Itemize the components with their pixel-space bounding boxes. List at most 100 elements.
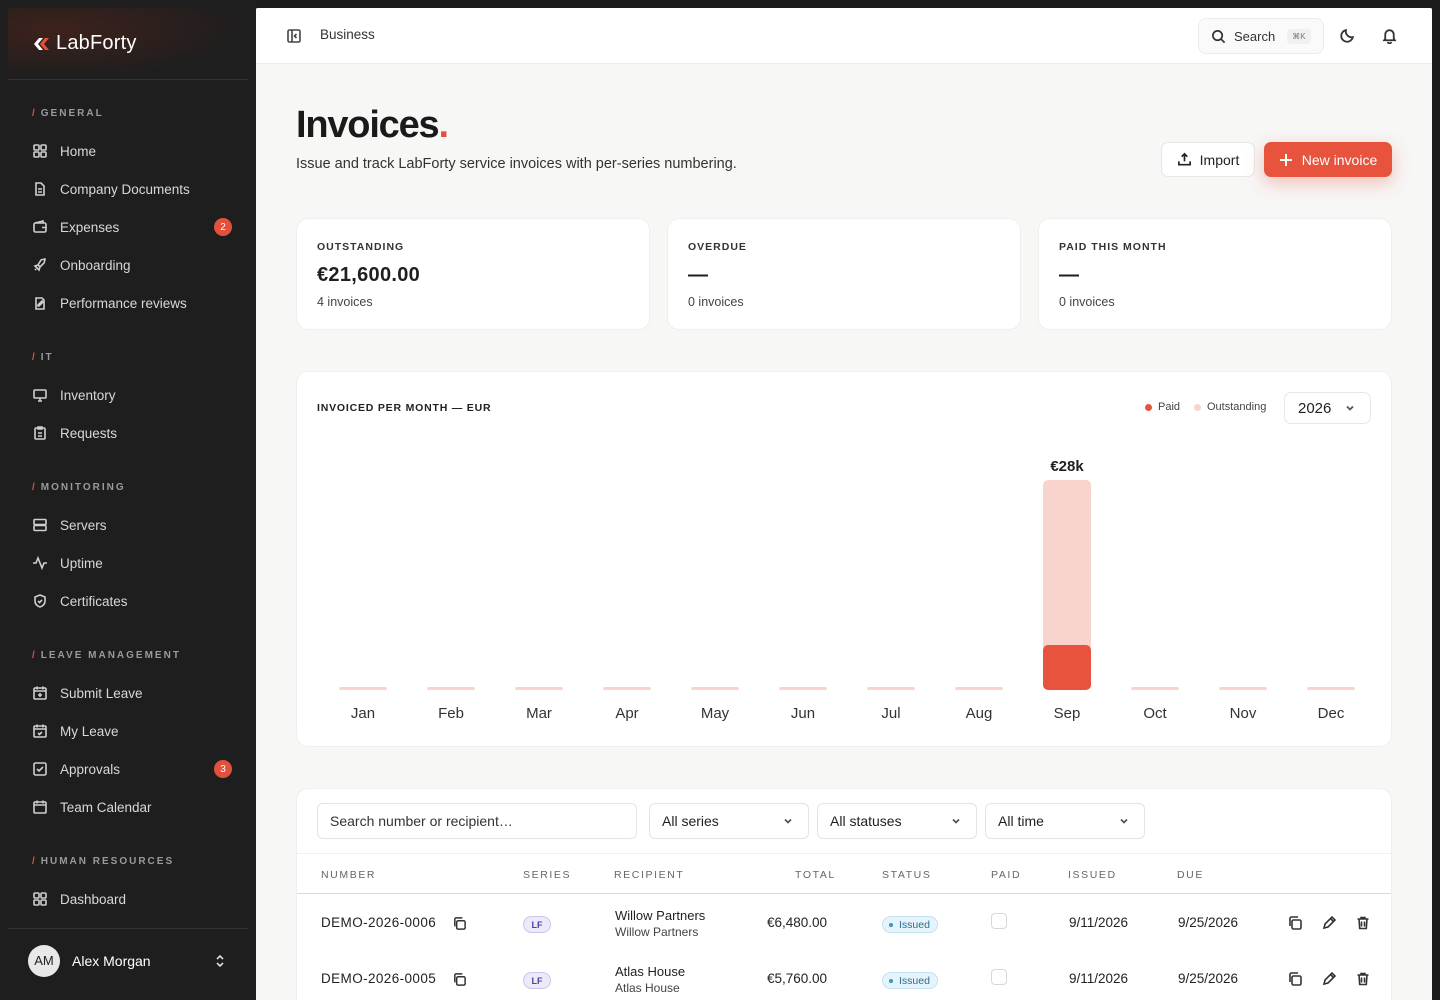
sidebar-item-inventory[interactable]: Inventory [32,381,232,409]
trash-icon[interactable] [1355,971,1371,987]
invoice-number: DEMO-2026-0005 [321,971,437,986]
sidebar-item-label: Submit Leave [60,685,143,701]
calendar-icon [33,800,47,814]
new-invoice-button[interactable]: New invoice [1264,142,1392,177]
stat-sub: 0 invoices [688,295,744,309]
sidebar-item-onboarding[interactable]: Onboarding [32,251,232,279]
sidebar-item-home[interactable]: Home [32,137,232,165]
search-shortcut: ⌘K [1287,28,1311,44]
stat-sub: 0 invoices [1059,295,1115,309]
column-header-status[interactable]: STATUS [882,869,931,881]
sidebar-item-label: Requests [60,425,118,441]
user-menu[interactable]: AM Alex Morgan [8,928,248,992]
column-header-recipient[interactable]: RECIPIENT [614,869,684,881]
copy-icon[interactable] [452,972,467,987]
bar-empty-feb[interactable] [427,687,475,690]
edit-icon[interactable] [1321,971,1337,987]
edit-icon[interactable] [1321,915,1337,931]
column-header-paid[interactable]: PAID [991,869,1021,881]
duplicate-icon[interactable] [1287,915,1303,931]
x-tick-label-oct: Oct [1143,705,1167,722]
sidebar-item-label: Expenses [60,219,120,235]
column-header-number[interactable]: NUMBER [321,869,376,881]
x-tick-label-mar: Mar [526,705,552,722]
wallet-icon [33,219,47,233]
table-row[interactable]: DEMO-2026-0006 LF Willow Partners Willow… [297,894,1391,950]
status-badge: Issued [882,972,938,989]
bar-empty-oct[interactable] [1131,687,1179,690]
shield-icon [34,594,46,608]
stat-card-paid-this-month: PAID THIS MONTH — 0 invoices [1038,218,1392,330]
activity-icon [33,555,47,571]
bar-outstanding-sep[interactable] [1043,480,1091,651]
bar-empty-jan[interactable] [339,687,387,690]
status-label: Issued [899,918,930,931]
stat-card-outstanding: OUTSTANDING €21,600.00 4 invoices [296,218,650,330]
document-icon [35,182,45,196]
bar-empty-nov[interactable] [1219,687,1267,690]
chevron-down-icon [1120,818,1128,824]
bar-empty-dec[interactable] [1307,687,1355,690]
sidebar-item-label: Company Documents [60,181,190,197]
grid-icon [33,892,47,906]
bell-icon[interactable] [1381,27,1398,44]
bar-empty-may[interactable] [691,687,739,690]
upload-icon [1177,152,1191,166]
series-filter[interactable]: All series [649,803,809,839]
paid-checkbox[interactable] [991,913,1007,929]
paid-checkbox[interactable] [991,969,1007,985]
bar-empty-apr[interactable] [603,687,651,690]
table-row[interactable]: DEMO-2026-0005 LF Atlas House Atlas Hous… [297,950,1391,1000]
sidebar-item-label: My Leave [60,723,119,739]
sidebar-item-certificates[interactable]: Certificates [32,587,232,615]
sidebar-toggle-icon[interactable] [286,28,302,44]
invoice-search-input[interactable] [317,803,637,839]
sidebar-item-performance-reviews[interactable]: Performance reviews [32,289,232,317]
user-name: Alex Morgan [72,952,151,969]
breadcrumb[interactable]: Business [320,27,375,42]
topbar: Business Search ⌘K [256,8,1432,64]
column-header-issued[interactable]: ISSUED [1068,869,1117,881]
due-date: 9/25/2026 [1178,915,1239,930]
x-tick-label-jul: Jul [881,705,900,722]
bar-data-label-sep: €28k [1050,458,1084,475]
time-filter[interactable]: All time [985,803,1145,839]
copy-icon[interactable] [452,916,467,931]
nav-section-general: / GENERAL [32,108,104,119]
bar-empty-mar[interactable] [515,687,563,690]
x-tick-label-feb: Feb [438,705,464,722]
column-header-due[interactable]: DUE [1177,869,1204,881]
moon-icon[interactable] [1339,27,1356,44]
duplicate-icon[interactable] [1287,971,1303,987]
status-filter[interactable]: All statuses [817,803,977,839]
stat-sub: 4 invoices [317,295,373,309]
column-header-total[interactable]: TOTAL [795,869,836,881]
search-button[interactable]: Search ⌘K [1198,18,1324,54]
sidebar-item-servers[interactable]: Servers [32,511,232,539]
bar-empty-jun[interactable] [779,687,827,690]
expenses-count-badge: 2 [214,218,232,236]
nav-section-it: / IT [32,352,54,363]
sidebar-item-expenses[interactable]: Expenses 2 [32,213,232,241]
sidebar-item-company-documents[interactable]: Company Documents [32,175,232,203]
bar-empty-aug[interactable] [955,687,1003,690]
bar-empty-jul[interactable] [867,687,915,690]
sidebar-item-approvals[interactable]: Approvals 3 [32,755,232,783]
bar-paid-sep[interactable] [1043,645,1091,690]
x-tick-label-jan: Jan [351,705,375,722]
x-tick-label-sep: Sep [1054,705,1081,722]
search-label: Search [1234,28,1276,44]
chart-card: INVOICED PER MONTH — EUR Paid Outstandin… [296,371,1392,747]
brand[interactable]: LabForty [8,8,248,80]
sidebar-item-uptime[interactable]: Uptime [32,549,232,577]
sidebar-item-submit-leave[interactable]: Submit Leave [32,679,232,707]
column-header-series[interactable]: SERIES [523,869,571,881]
trash-icon[interactable] [1355,915,1371,931]
sidebar-item-team-calendar[interactable]: Team Calendar [32,793,232,821]
x-tick-label-dec: Dec [1318,705,1345,722]
sidebar-item-requests[interactable]: Requests [32,419,232,447]
import-button[interactable]: Import [1161,142,1255,177]
sidebar-item-dashboard[interactable]: Dashboard [32,885,232,913]
calendar-plus-icon [33,686,47,700]
sidebar-item-my-leave[interactable]: My Leave [32,717,232,745]
